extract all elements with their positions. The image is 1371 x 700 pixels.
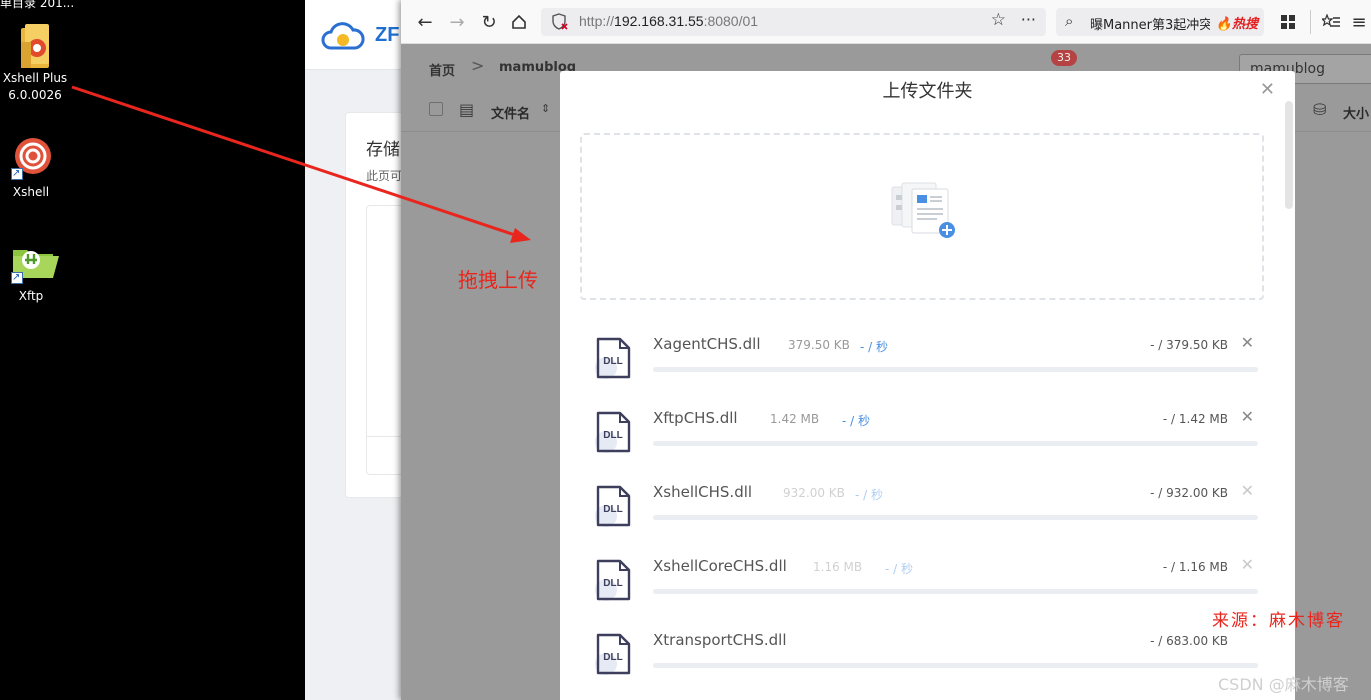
upload-file-row: DLL XagentCHS.dll 379.50 KB - / 秒 - / 379.50… (590, 333, 1260, 407)
upload-progress-text: - / 1.16 MB (1162, 560, 1228, 574)
dll-file-icon: DLL (594, 336, 634, 384)
shortcut-arrow-icon (11, 269, 23, 286)
upload-progress-bar (653, 367, 1258, 372)
favorites-list-icon[interactable] (1319, 10, 1343, 34)
svg-text:DLL: DLL (603, 504, 622, 515)
breadcrumb-home[interactable]: 首页 (429, 60, 455, 79)
forward-arrow-icon[interactable]: → (445, 10, 469, 34)
svg-text:DLL: DLL (603, 652, 622, 663)
more-dots-icon[interactable]: ··· (1021, 10, 1036, 29)
reader-list-icon[interactable]: ≡ (1347, 10, 1371, 34)
upload-file-row: DLL XftpCHS.dll 1.42 MB - / 秒 - / 1.42 MB ✕ (590, 407, 1260, 481)
upload-speed: - / 秒 (860, 340, 889, 354)
close-icon[interactable]: ✕ (1260, 79, 1275, 100)
dll-file-icon: DLL (594, 484, 634, 532)
upload-speed: - / 秒 (885, 562, 914, 576)
browser-window: ← → ↻ http://192.168.31.55:8080/01 ☆ ···… (401, 0, 1371, 700)
upload-progress-text: - / 379.50 KB (1150, 338, 1228, 352)
dialog-scrollbar[interactable] (1285, 101, 1293, 209)
upload-progress-bar (653, 589, 1258, 594)
remove-file-icon[interactable]: ✕ (1241, 555, 1254, 574)
upload-progress-text: - / 1.42 MB (1162, 412, 1228, 426)
apps-grid-icon[interactable] (1276, 10, 1300, 34)
upload-progress-text: - / 683.00 KB (1150, 634, 1228, 648)
breadcrumb-separator: > (471, 56, 485, 75)
desktop-icon-label: Xshell Plus 6.0.0026 (2, 71, 68, 102)
star-bookmark-icon[interactable]: ☆ (991, 10, 1006, 30)
search-icon: ⌕ (1065, 12, 1074, 30)
upload-progress-bar (653, 441, 1258, 446)
toolbar-divider (1310, 10, 1311, 34)
desktop-icon-label: Xftp (18, 289, 44, 303)
dll-file-icon: DLL (594, 632, 634, 680)
folder-installer-icon (13, 22, 57, 68)
dialog-title: 上传文件夹 (882, 81, 973, 102)
desktop: 单目录 201... Xshell Plus 6.0.0026 Xshell (0, 0, 305, 700)
upload-progress-text: - / 932.00 KB (1150, 486, 1228, 500)
dll-file-icon: DLL (594, 410, 634, 458)
file-name: XshellCoreCHS.dll (653, 557, 787, 575)
desktop-icon-xshell[interactable]: Xshell (0, 136, 66, 201)
desktop-icon-xftp[interactable]: Xftp (0, 240, 66, 305)
select-all-checkbox[interactable] (429, 102, 443, 116)
desktop-icon-label: Xshell (12, 185, 50, 199)
file-size: 1.42 MB (770, 412, 820, 426)
database-icon: ⛁ (1313, 100, 1327, 119)
upload-file-row: DLL XshellCHS.dll 932.00 KB - / 秒 - / 932.00… (590, 481, 1260, 555)
insecure-shield-icon[interactable] (551, 13, 569, 35)
csdn-watermark: CSDN @麻木博客 (1218, 675, 1349, 694)
svg-text:DLL: DLL (603, 430, 622, 441)
column-header-size[interactable]: 大小 (1343, 103, 1369, 122)
url-bar[interactable]: http://192.168.31.55:8080/01 ☆ ··· (541, 8, 1046, 36)
shortcut-arrow-icon (11, 165, 23, 182)
upload-folder-dialog: 上传文件夹 ✕ DLL XagentCHS.dll 379.50 KB - / 秒 - … (560, 71, 1295, 700)
file-name: XtransportCHS.dll (653, 631, 787, 649)
file-size: 379.50 KB (788, 338, 850, 352)
file-name: XshellCHS.dll (653, 483, 753, 501)
remove-file-icon[interactable]: ✕ (1241, 481, 1254, 500)
dll-file-icon: DLL (594, 558, 634, 606)
column-header-filename[interactable]: 文件名 (491, 103, 530, 122)
xshell-snail-icon (9, 136, 53, 182)
upload-progress-bar (653, 515, 1258, 520)
upload-file-row: DLL XshellCoreCHS.dll 1.16 MB - / 秒 - / 1.16… (590, 555, 1260, 629)
search-bar[interactable]: ⌕ 曝Manner第3起冲突 🔥热搜 (1056, 8, 1264, 36)
upload-dropzone[interactable] (580, 133, 1264, 300)
background-card-subtitle: 此页可 (366, 169, 403, 183)
upload-speed: - / 秒 (842, 414, 871, 428)
background-app-logo-text: ZF (375, 24, 400, 46)
file-type-icon: ▤ (459, 100, 475, 119)
add-file-icon (888, 181, 958, 245)
remove-file-icon[interactable]: ✕ (1241, 333, 1254, 352)
search-text: 曝Manner第3起冲突 (1090, 18, 1210, 33)
file-name: XagentCHS.dll (653, 335, 761, 353)
sort-icon[interactable]: ⇕ (541, 102, 550, 115)
home-icon[interactable] (507, 10, 531, 34)
drag-upload-annotation: 拖拽上传 (458, 268, 538, 292)
upload-speed: - / 秒 (855, 488, 884, 502)
url-text: http://192.168.31.55:8080/01 (579, 13, 759, 29)
file-name: XftpCHS.dll (653, 409, 738, 427)
file-size: 932.00 KB (783, 486, 845, 500)
file-size: 1.16 MB (813, 560, 863, 574)
remove-file-icon[interactable]: ✕ (1241, 407, 1254, 426)
upload-file-row: DLL XtransportCHS.dll - / 683.00 KB (590, 629, 1260, 700)
hot-search-label[interactable]: 🔥热搜 (1216, 13, 1258, 32)
reload-icon[interactable]: ↻ (477, 10, 501, 34)
source-annotation: 来源：麻木博客 (1212, 611, 1345, 631)
svg-text:DLL: DLL (603, 356, 622, 367)
svg-text:DLL: DLL (603, 578, 622, 589)
background-card-title: 存储 (366, 140, 400, 160)
notification-count-badge: 33 (1051, 50, 1077, 66)
browser-toolbar: ← → ↻ http://192.168.31.55:8080/01 ☆ ···… (401, 0, 1371, 44)
cloud-logo-icon (321, 22, 365, 56)
upload-progress-bar (653, 663, 1258, 668)
desktop-icon-xshell-plus[interactable]: Xshell Plus 6.0.0026 (0, 22, 70, 104)
desktop-icon-label-clipped: 单目录 201... (0, 0, 75, 10)
xftp-folder-icon (9, 240, 59, 286)
back-arrow-icon[interactable]: ← (413, 10, 437, 34)
